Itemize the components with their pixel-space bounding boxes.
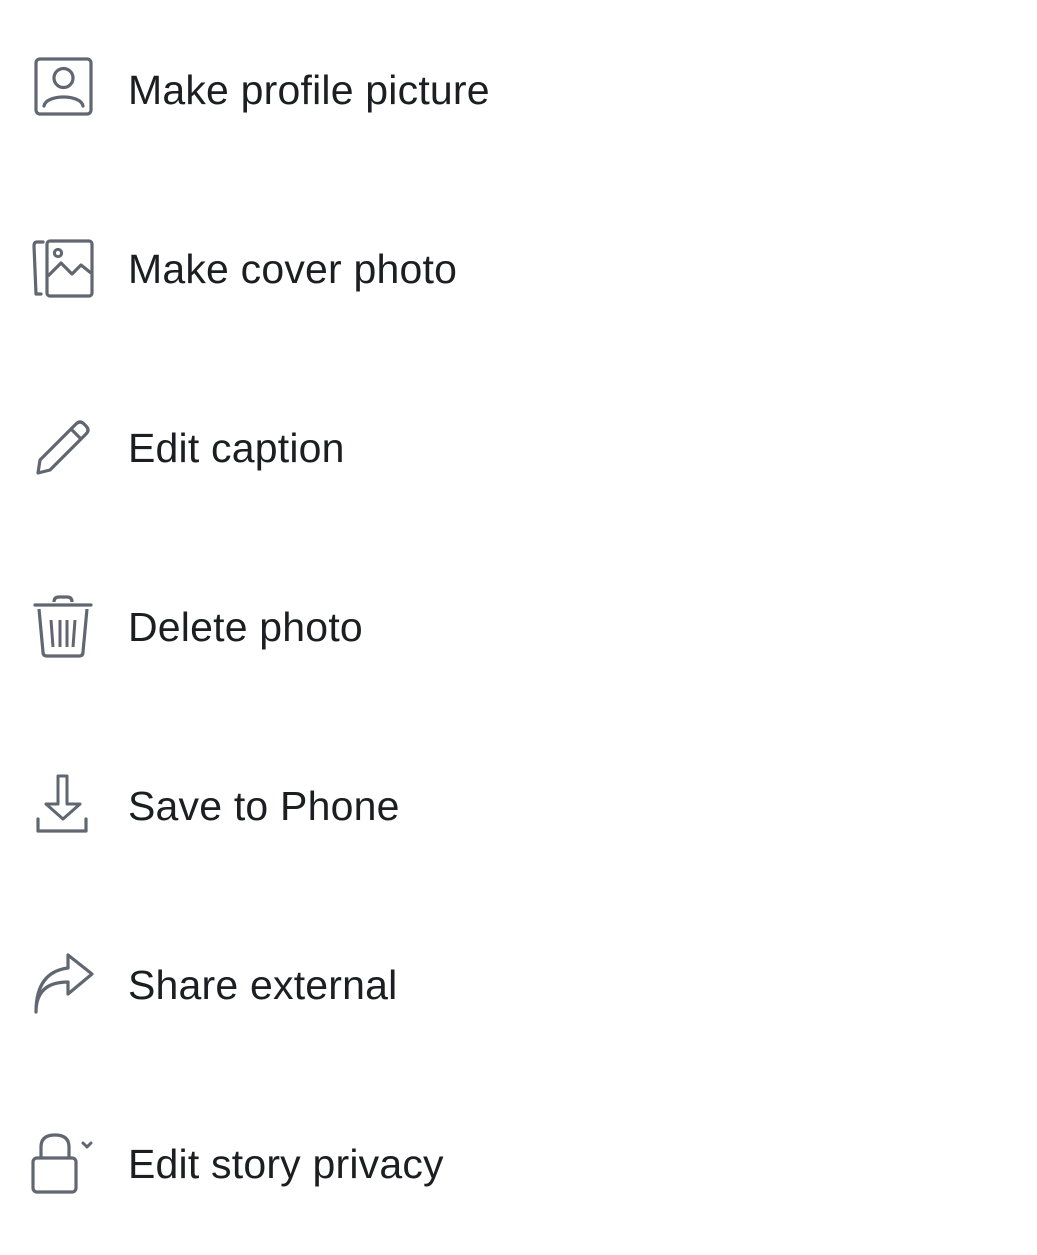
edit-caption-option[interactable]: Edit caption — [0, 358, 1037, 537]
make-profile-picture-option[interactable]: Make profile picture — [0, 0, 1037, 179]
delete-photo-option[interactable]: Delete photo — [0, 537, 1037, 716]
menu-item-label: Make cover photo — [128, 246, 458, 292]
profile-picture-icon — [30, 56, 96, 122]
edit-story-privacy-option[interactable]: Edit story privacy — [0, 1074, 1037, 1253]
make-cover-photo-option[interactable]: Make cover photo — [0, 179, 1037, 358]
share-arrow-icon — [30, 952, 96, 1018]
lock-dropdown-icon — [30, 1131, 96, 1197]
menu-item-label: Edit caption — [128, 425, 345, 471]
menu-item-label: Save to Phone — [128, 783, 400, 829]
menu-item-label: Share external — [128, 962, 398, 1008]
share-external-option[interactable]: Share external — [0, 895, 1037, 1074]
menu-item-label: Delete photo — [128, 604, 363, 650]
menu-item-label: Edit story privacy — [128, 1141, 444, 1187]
trash-icon — [30, 594, 96, 660]
menu-item-label: Make profile picture — [128, 67, 490, 113]
pencil-icon — [30, 414, 96, 480]
save-to-phone-option[interactable]: Save to Phone — [0, 716, 1037, 895]
photo-options-menu: Make profile picture Make cover photo Ed… — [0, 0, 1037, 1255]
cover-photo-icon — [30, 236, 96, 302]
download-icon — [30, 773, 96, 839]
